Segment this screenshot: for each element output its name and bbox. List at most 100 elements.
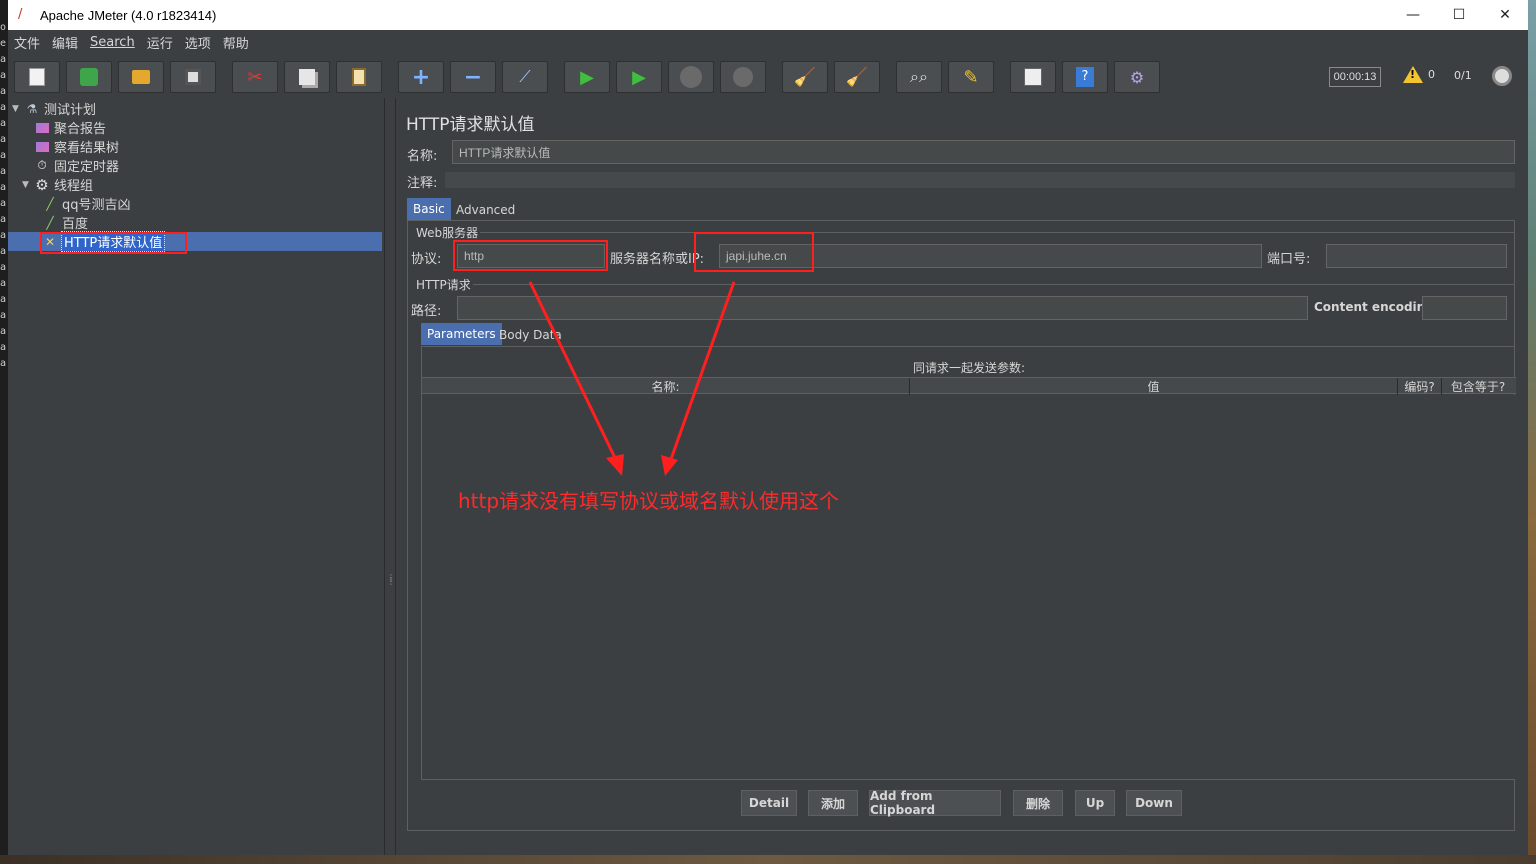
tree-item-baidu-sampler[interactable]: ╱ 百度 [42,213,88,233]
remote-icon: ⚙ [1129,67,1145,87]
port-field[interactable] [1326,244,1507,268]
desktop-text-char: a [0,278,7,289]
content-encoding-label: Content encoding: [1314,300,1439,314]
new-button[interactable] [14,61,60,93]
menu-edit[interactable]: 编辑 [50,33,86,52]
content-encoding-field[interactable] [1422,296,1507,320]
window-controls: — ☐ ✕ [1390,0,1528,30]
start-icon: ▶ [580,66,594,88]
start-button[interactable]: ▶ [564,61,610,93]
tree-item-aggregate-report[interactable]: 聚合报告 [34,118,106,137]
toggle-icon: ⟋ [519,67,531,86]
parameters-table-header: 名称: 值 编码? 包含等于? [422,377,1516,395]
desktop-text-char: a [0,326,7,337]
page-title: HTTP请求默认值 [406,115,535,135]
add-button[interactable]: 添加 [808,790,858,816]
collapse-all-button[interactable]: − [450,61,496,93]
copy-icon [299,69,315,85]
server-label: 服务器名称或IP: [610,252,705,267]
name-field[interactable]: HTTP请求默认值 [452,140,1515,164]
desktop-text-char: a [0,182,7,193]
column-value[interactable]: 值 [910,378,1398,395]
remote-start-button[interactable]: ⚙ [1114,61,1160,93]
add-from-clipboard-button[interactable]: Add from Clipboard [869,789,1001,817]
start-no-pause-icon: ▶ [632,66,646,88]
split-pane-divider[interactable]: ⋮ ⋮ [385,98,395,855]
start-no-pauses-button[interactable]: ▶ [616,61,662,93]
path-label: 路径: [411,304,442,319]
function-helper-button[interactable] [1010,61,1056,93]
port-label: 端口号: [1267,252,1311,267]
divider-grip[interactable]: ⋮ ⋮ [387,574,395,586]
column-include-equals[interactable]: 包含等于? [1442,378,1514,395]
shutdown-icon [733,67,753,87]
menu-options[interactable]: 选项 [183,33,219,52]
tab-body-data[interactable]: Body Data [493,324,568,346]
jmeter-feather-icon: / [18,7,23,22]
tab-basic[interactable]: Basic [407,198,451,220]
expand-all-button[interactable]: + [398,61,444,93]
save-button[interactable] [170,61,216,93]
warning-indicator[interactable]: 0 [1403,66,1435,83]
timer-icon: ⏱ [37,158,47,172]
tab-advanced[interactable]: Advanced [450,199,521,221]
delete-button[interactable]: 删除 [1013,790,1063,816]
up-button[interactable]: Up [1075,790,1115,816]
annotation-note: http请求没有填写协议或域名默认使用这个 [458,489,840,513]
open-button[interactable] [118,61,164,93]
tree-item-test-plan[interactable]: ▼ ⚗ 测试计划 [12,99,96,119]
tree-item-qq-sampler[interactable]: ╱ qq号测吉凶 [42,194,130,214]
maximize-button[interactable]: ☐ [1436,0,1482,30]
path-field[interactable] [457,296,1308,320]
tree-item-constant-timer[interactable]: ⏱ 固定定时器 [34,156,119,175]
sampler-icon: ╱ [46,196,54,211]
parameter-buttons: Detail 添加 Add from Clipboard 删除 Up Down [396,789,1529,817]
stop-button[interactable] [668,61,714,93]
down-button[interactable]: Down [1126,790,1182,816]
warning-count: 0 [1428,68,1435,81]
close-button[interactable]: ✕ [1482,0,1528,30]
tree-item-results-tree[interactable]: 察看结果树 [34,137,119,156]
column-name[interactable]: 名称: [422,378,910,395]
name-label: 名称: [407,149,438,164]
menu-file[interactable]: 文件 [12,33,48,52]
reset-search-button[interactable]: ✎ [948,61,994,93]
expand-arrow-icon[interactable]: ▼ [12,104,24,114]
tree-item-thread-group[interactable]: ▼ ⚙ 线程组 [22,175,93,195]
sampler-icon: ╱ [46,215,54,230]
desktop-text-char: a [0,342,7,353]
menu-search[interactable]: Search [88,35,143,50]
minimize-button[interactable]: — [1390,0,1436,30]
menu-bar: 文件 编辑 Search 运行 选项 帮助 [8,30,1528,54]
paste-button[interactable] [336,61,382,93]
templates-button[interactable] [66,61,112,93]
desktop-text-char: o [0,22,7,33]
copy-button[interactable] [284,61,330,93]
annotation-box-tree [40,232,187,254]
detail-button[interactable]: Detail [741,790,797,816]
cut-button[interactable]: ✂ [232,61,278,93]
desktop-wallpaper-bottom [0,855,1536,864]
clear-all-icon: 🧹 [845,66,869,88]
menu-run[interactable]: 运行 [145,33,181,52]
new-icon [29,68,45,86]
expand-arrow-icon[interactable]: ▼ [22,180,34,190]
desktop-text-char: a [0,262,7,273]
annotation-box-protocol [453,240,608,271]
column-encode[interactable]: 编码? [1398,378,1442,395]
parameters-table-body[interactable] [422,395,1516,779]
help-button[interactable]: ? [1062,61,1108,93]
clear-button[interactable]: 🧹 [782,61,828,93]
tab-parameters[interactable]: Parameters [421,323,502,345]
search-button[interactable]: ⌕⌕ [896,61,942,93]
menu-help[interactable]: 帮助 [221,33,257,52]
shutdown-button[interactable] [720,61,766,93]
function-helper-icon [1024,68,1042,86]
desktop-text-char: a [0,118,7,129]
collapse-icon: − [463,64,483,90]
desktop-text-char: a [0,86,7,97]
desktop-text-char: a [0,246,7,257]
clear-all-button[interactable]: 🧹 [834,61,880,93]
toggle-button[interactable]: ⟋ [502,61,548,93]
comment-field[interactable] [445,172,1515,188]
